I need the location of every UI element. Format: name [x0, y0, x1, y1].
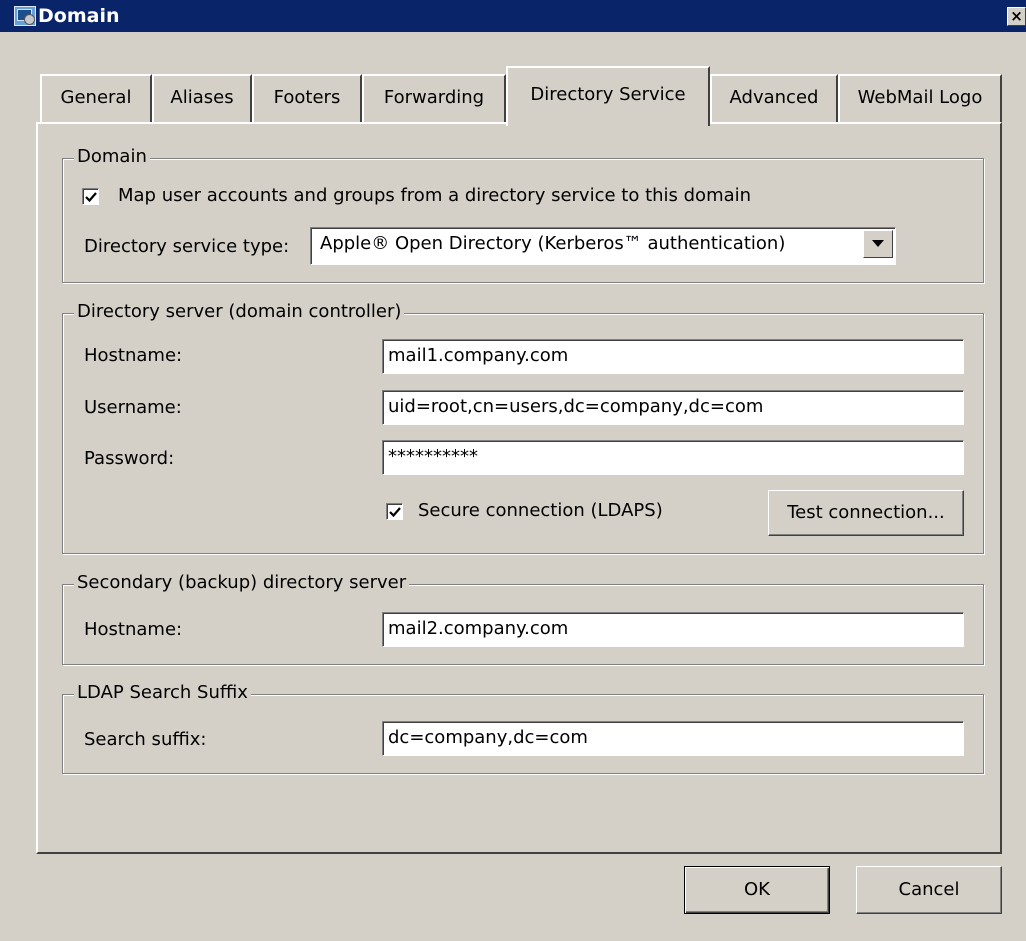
username-input[interactable]: uid=root,cn=users,dc=company,dc=com [382, 390, 964, 425]
dropdown-arrow[interactable] [863, 230, 893, 258]
ok-button[interactable]: OK [684, 866, 830, 914]
tab-webmail-logo[interactable]: WebMail Logo [838, 74, 1002, 123]
secure-connection-label: Secure connection (LDAPS) [418, 500, 663, 521]
map-accounts-checkbox[interactable] [82, 188, 99, 205]
app-icon [14, 6, 36, 26]
map-accounts-label: Map user accounts and groups from a dire… [118, 185, 752, 206]
test-connection-button[interactable]: Test connection... [768, 490, 964, 536]
secondary-server-legend: Secondary (backup) directory server [74, 572, 410, 594]
tab-aliases[interactable]: Aliases [152, 74, 252, 123]
window-title: Domain [38, 5, 120, 27]
tab-general[interactable]: General [40, 74, 152, 123]
tab-footers[interactable]: Footers [252, 74, 362, 123]
tab-advanced[interactable]: Advanced [710, 74, 838, 123]
tab-forwarding[interactable]: Forwarding [362, 74, 506, 123]
tab-directory-service[interactable]: Directory Service [506, 66, 710, 126]
directory-type-value: Apple® Open Directory (Kerberos™ authent… [320, 233, 786, 254]
cancel-button[interactable]: Cancel [856, 866, 1002, 914]
secondary-hostname-input[interactable]: mail2.company.com [382, 612, 964, 647]
close-icon[interactable]: × [1007, 7, 1026, 26]
hostname-label: Hostname: [84, 345, 183, 366]
domain-group-legend: Domain [74, 146, 150, 168]
password-label: Password: [84, 448, 175, 469]
title-bar[interactable] [0, 0, 1026, 32]
chevron-down-icon [872, 240, 884, 247]
ldap-search-legend: LDAP Search Suffix [74, 682, 251, 704]
secondary-hostname-label: Hostname: [84, 619, 183, 640]
username-label: Username: [84, 397, 182, 418]
directory-type-select[interactable]: Apple® Open Directory (Kerberos™ authent… [310, 227, 896, 265]
secure-connection-checkbox[interactable] [386, 503, 403, 520]
directory-server-legend: Directory server (domain controller) [74, 301, 405, 323]
directory-type-label: Directory service type: [84, 236, 290, 257]
search-suffix-input[interactable]: dc=company,dc=com [382, 721, 964, 756]
search-suffix-label: Search suffix: [84, 729, 207, 750]
hostname-input[interactable]: mail1.company.com [382, 339, 964, 374]
password-input[interactable]: ********** [382, 440, 964, 475]
